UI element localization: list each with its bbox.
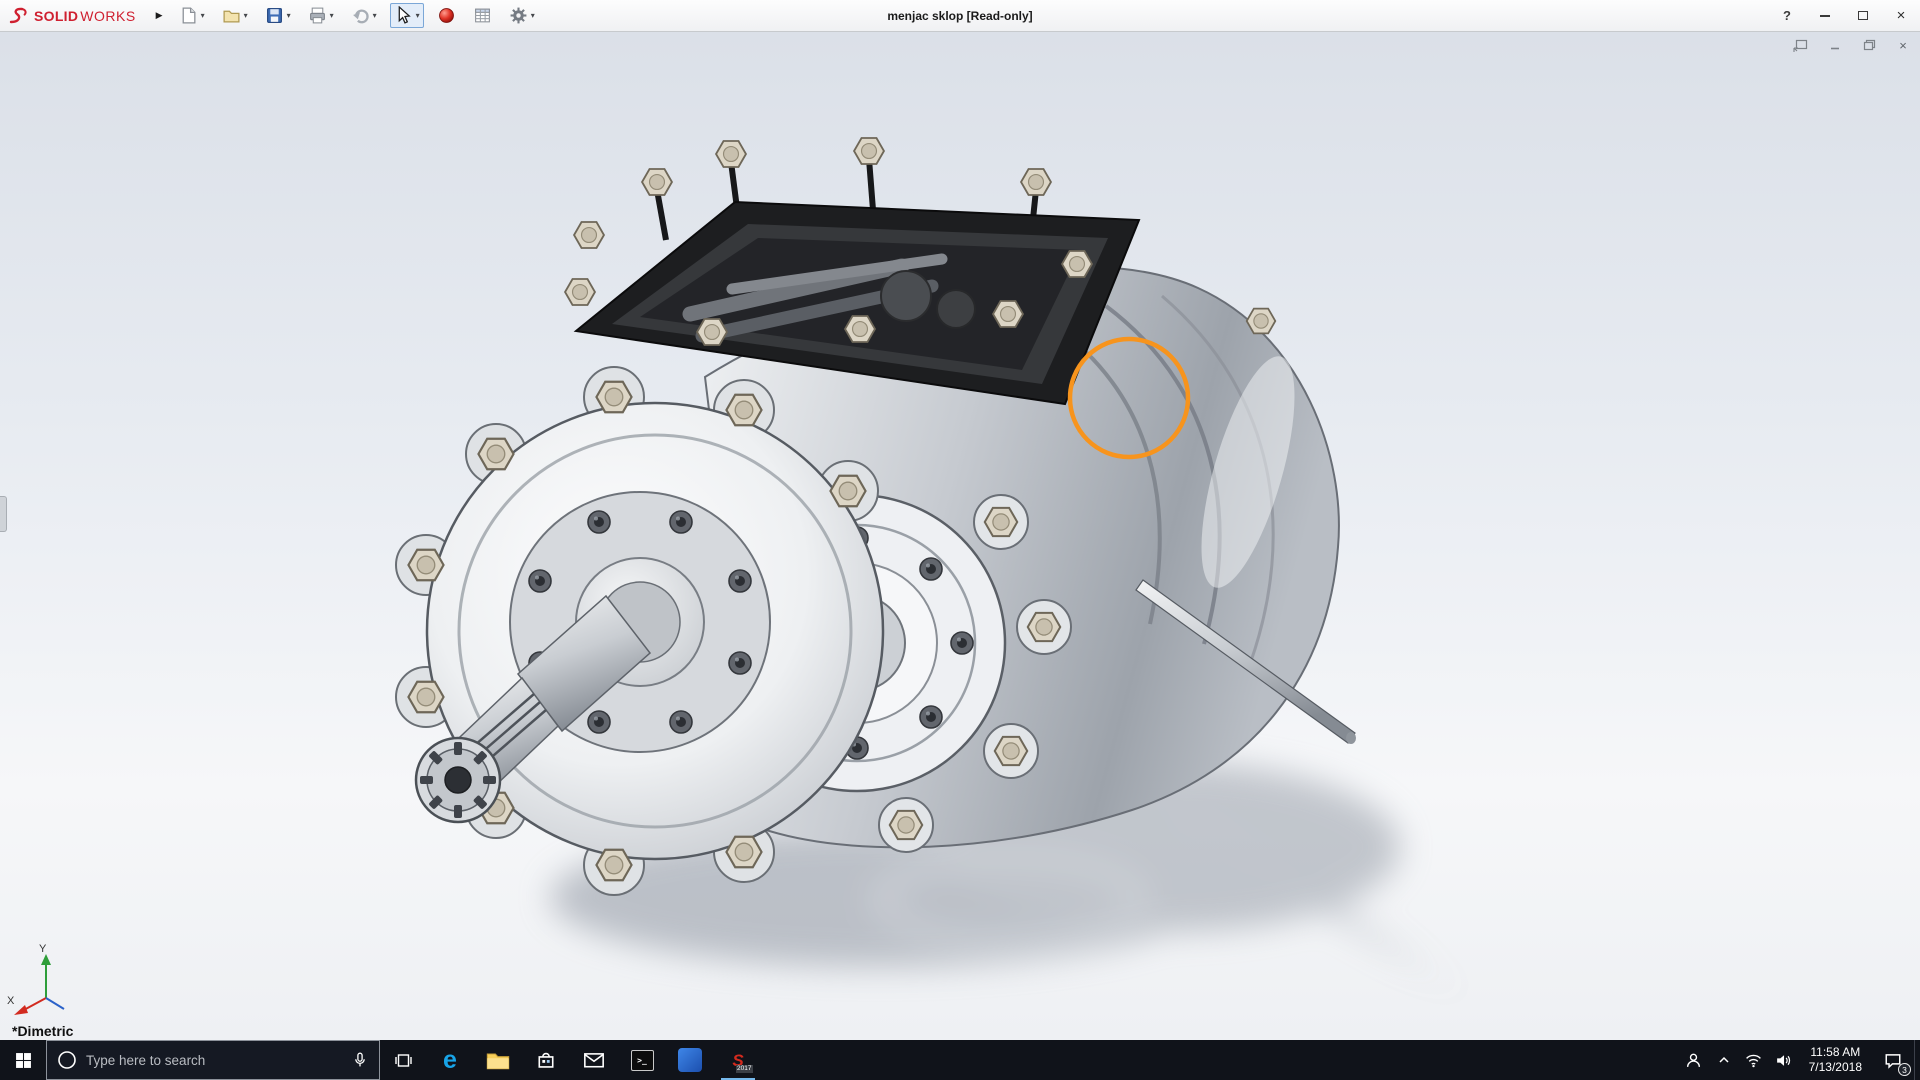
taskbar-app-solidworks[interactable]: S 2017 [714,1040,762,1080]
document-window-controls: × [1792,37,1912,53]
x-axis-arrow[interactable] [14,1005,28,1015]
design-table-icon [473,6,492,25]
doc-float-icon [1793,38,1809,52]
z-axis-arrow[interactable] [46,998,64,1009]
search-input[interactable] [86,1053,342,1068]
taskbar-clock[interactable]: 11:58 AM 7/13/2018 [1799,1040,1872,1080]
system-tray: 11:58 AM 7/13/2018 3 [1679,1040,1920,1080]
mail-icon [583,1051,605,1069]
task-view-icon [394,1052,413,1069]
save-icon [265,6,284,25]
open-folder-icon [222,6,241,25]
view-orientation-label: *Dimetric [12,1023,73,1039]
logo-text-light: WORKS [80,8,135,24]
dropdown-caret[interactable]: ▾ [531,12,535,20]
show-desktop-button[interactable] [1914,1040,1920,1080]
dropdown-caret[interactable]: ▾ [287,12,291,20]
clock-date: 7/13/2018 [1809,1060,1862,1075]
windows-taskbar: e >_ [0,1040,1920,1080]
minimize-button[interactable] [1806,0,1844,31]
logo-text-bold: SOLID [34,8,78,24]
solidworks-app-icon: S 2017 [725,1048,752,1073]
chevron-up-icon [1717,1053,1731,1067]
dropdown-caret[interactable]: ▾ [416,12,420,20]
volume-button[interactable] [1769,1040,1799,1080]
solidworks-logo-icon [8,6,32,26]
task-view-button[interactable] [380,1040,426,1080]
options-gear-icon [509,6,528,25]
solidworks-logo: SOLIDWORKS [0,6,140,26]
file-explorer-icon [486,1050,510,1070]
appearance-sphere-icon [437,6,456,25]
design-table-button[interactable] [469,3,496,28]
dropdown-caret[interactable]: ▾ [373,12,377,20]
maximize-button[interactable] [1844,0,1882,31]
y-axis-label: Y [39,943,47,955]
sw-version-badge: 2017 [736,1065,752,1073]
blue-app-icon [678,1048,702,1072]
tray-overflow-button[interactable] [1709,1040,1739,1080]
doc-float-button[interactable] [1792,37,1810,53]
action-center-button[interactable]: 3 [1872,1040,1914,1080]
appearance-button[interactable] [433,3,460,28]
print-button[interactable]: ▾ [304,3,338,28]
new-document-icon [179,6,198,25]
microphone-icon[interactable] [351,1051,369,1069]
doc-close-button[interactable]: × [1894,37,1912,53]
taskbar-app-edge[interactable]: e [426,1040,474,1080]
store-icon [535,1049,557,1071]
select-cursor-icon [394,6,413,25]
new-document-button[interactable]: ▾ [175,3,209,28]
save-button[interactable]: ▾ [261,3,295,28]
start-button[interactable] [0,1040,46,1080]
x-axis-label: X [7,995,15,1007]
people-button[interactable] [1679,1040,1709,1080]
notification-badge: 3 [1898,1063,1911,1076]
quick-toolbar: ▾ ▾ ▾ [175,3,539,28]
open-button[interactable]: ▾ [218,3,252,28]
people-icon [1685,1052,1702,1069]
clock-time: 11:58 AM [1810,1045,1860,1060]
taskbar-search[interactable] [46,1040,380,1080]
graphics-viewport[interactable]: × Y X *Dimetric [0,32,1920,1040]
help-button[interactable]: ? [1768,0,1806,31]
dropdown-caret[interactable]: ▾ [201,12,205,20]
command-prompt-icon: >_ [631,1050,654,1071]
cortana-icon [57,1050,77,1070]
undo-button[interactable]: ▾ [347,3,381,28]
3d-model-scene[interactable] [0,32,1920,1040]
dropdown-caret[interactable]: ▾ [244,12,248,20]
print-icon [308,6,327,25]
titlebar: SOLIDWORKS ▶ ▾ ▾ [0,0,1920,32]
doc-minimize-button[interactable] [1826,37,1844,53]
select-tool-button[interactable]: ▾ [390,3,424,28]
edge-icon: e [443,1048,457,1073]
solidworks-window: SOLIDWORKS ▶ ▾ ▾ [0,0,1920,1080]
dropdown-caret[interactable]: ▾ [330,12,334,20]
taskbar-app-store[interactable] [522,1040,570,1080]
y-axis-arrow[interactable] [41,954,51,965]
taskbar-app-mail[interactable] [570,1040,618,1080]
doc-restore-icon [1861,38,1877,52]
doc-minimize-icon [1828,38,1842,52]
windows-start-icon [15,1052,32,1069]
undo-icon [351,6,370,25]
wifi-icon [1745,1053,1762,1068]
doc-restore-button[interactable] [1860,37,1878,53]
top-cover[interactable] [565,138,1139,404]
taskbar-app-6[interactable] [666,1040,714,1080]
minimize-icon [1820,15,1830,17]
options-button[interactable]: ▾ [505,3,539,28]
maximize-icon [1858,11,1868,20]
taskbar-app-file-explorer[interactable] [474,1040,522,1080]
window-controls: ? × [1768,0,1920,31]
document-title: menjac sklop [Read-only] [887,9,1032,23]
speaker-icon [1775,1053,1792,1068]
close-button[interactable]: × [1882,0,1920,31]
network-button[interactable] [1739,1040,1769,1080]
panel-collapse-handle[interactable] [0,496,7,532]
taskbar-app-command-prompt[interactable]: >_ [618,1040,666,1080]
menu-flyout-arrow[interactable]: ▶ [156,10,163,21]
view-triad[interactable]: Y X [6,940,96,1020]
